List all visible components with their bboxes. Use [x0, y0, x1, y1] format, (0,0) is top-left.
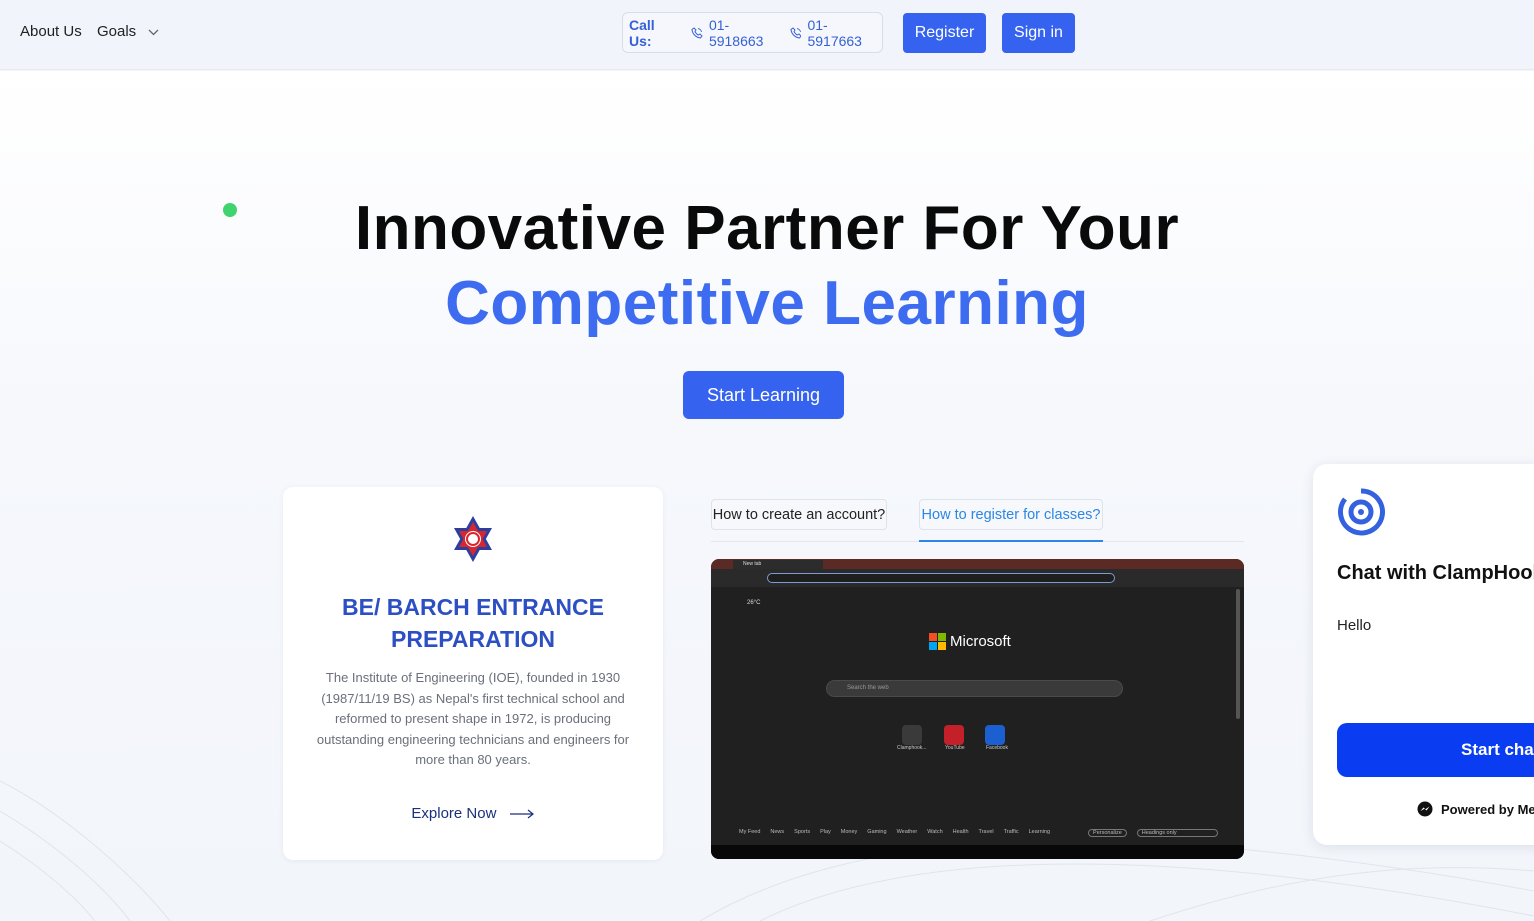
- messenger-icon: [1417, 801, 1433, 817]
- chat-widget: Chat with ClampHool Hello Start cha Powe…: [1313, 464, 1534, 845]
- start-learning-button[interactable]: Start Learning: [683, 371, 844, 419]
- browser-address-bar: [767, 573, 1115, 583]
- explore-now-link[interactable]: Explore Now: [283, 805, 663, 822]
- start-chat-button[interactable]: Start cha: [1337, 723, 1534, 777]
- feed-item: Watch: [927, 829, 943, 835]
- feed-item: Money: [840, 829, 858, 835]
- sign-in-button[interactable]: Sign in: [1002, 13, 1075, 53]
- tile-clamphook-icon: [902, 725, 922, 745]
- feed-item: Traffic: [1003, 829, 1019, 835]
- feed-item: Learning: [1028, 829, 1051, 835]
- microsoft-brand: Microsoft: [929, 633, 1011, 650]
- personalize-button: Personalize: [1088, 829, 1127, 837]
- nepal-emblem-logo: [454, 516, 492, 562]
- feed-item: Health: [952, 829, 969, 835]
- layout-select: Headings only: [1136, 829, 1218, 837]
- course-description: The Institute of Engineering (IOE), foun…: [316, 670, 630, 767]
- top-navbar: About Us Goals Call Us: 01-5918663 01-59…: [0, 0, 1534, 70]
- feed-item: Weather: [896, 829, 918, 835]
- hero-heading-line-2: Competitive Learning: [445, 269, 1089, 338]
- tile-youtube-icon: [944, 725, 964, 745]
- phone-icon: [691, 26, 703, 39]
- feed-item: Play: [820, 829, 831, 835]
- call-us-box: Call Us: 01-5918663 01-5917663: [622, 12, 883, 53]
- nav-goals-label: Goals: [97, 23, 137, 40]
- phone-number-2[interactable]: 01-5917663: [807, 17, 882, 49]
- chat-message: Hello: [1337, 617, 1372, 634]
- video-bottom-bar: [711, 845, 1244, 859]
- active-tab-indicator: [919, 540, 1103, 542]
- explore-now-label: Explore Now: [411, 805, 497, 822]
- browser-feed-bar: My Feed News Sports Play Money Gaming We…: [739, 829, 1218, 837]
- feed-item: Travel: [978, 829, 994, 835]
- tile-label: YouTube: [945, 745, 965, 751]
- course-title: BE/ BARCH ENTRANCE PREPARATION: [342, 594, 604, 652]
- feed-item: Gaming: [867, 829, 887, 835]
- microsoft-label: Microsoft: [950, 633, 1011, 650]
- register-button[interactable]: Register: [903, 13, 986, 53]
- tab-register-classes[interactable]: How to register for classes?: [919, 499, 1103, 530]
- nav-goals[interactable]: Goals: [97, 23, 159, 40]
- hero-heading-line-1: Innovative Partner For Your: [354, 194, 1180, 263]
- course-card: BE/ BARCH ENTRANCE PREPARATION The Insti…: [283, 487, 663, 860]
- call-us-label: Call Us:: [629, 16, 655, 49]
- feed-item: My Feed: [739, 829, 761, 835]
- nav-about-us[interactable]: About Us: [20, 23, 82, 40]
- tile-label: Clamphook...: [897, 745, 927, 751]
- tab-create-account[interactable]: How to create an account?: [711, 499, 887, 530]
- browser-tab: New tab: [733, 560, 823, 569]
- browser-scrollbar: [1236, 589, 1240, 719]
- microsoft-logo-icon: [929, 633, 946, 650]
- chat-title: Chat with ClampHool: [1337, 562, 1534, 584]
- powered-by-label: Powered by Me: [1441, 801, 1534, 817]
- browser-search-box: Search the web: [826, 680, 1123, 697]
- hero-section: Innovative Partner For Your Competitive …: [0, 71, 1534, 921]
- clamphook-logo-icon: [1338, 488, 1385, 536]
- phone-icon: [789, 26, 802, 39]
- phone-number-1[interactable]: 01-5918663: [709, 17, 784, 49]
- tutorial-video-preview[interactable]: New tab 26°C Microsoft Search the web Cl…: [711, 559, 1244, 859]
- chevron-down-icon: [148, 29, 159, 35]
- weather-widget: 26°C: [747, 600, 761, 606]
- feed-item: News: [770, 829, 785, 835]
- tile-facebook-icon: [985, 725, 1005, 745]
- feed-item: Sports: [794, 829, 811, 835]
- arrow-right-icon: [509, 809, 534, 819]
- tile-label: Facebook: [986, 745, 1008, 751]
- powered-by: Powered by Me: [1417, 801, 1534, 817]
